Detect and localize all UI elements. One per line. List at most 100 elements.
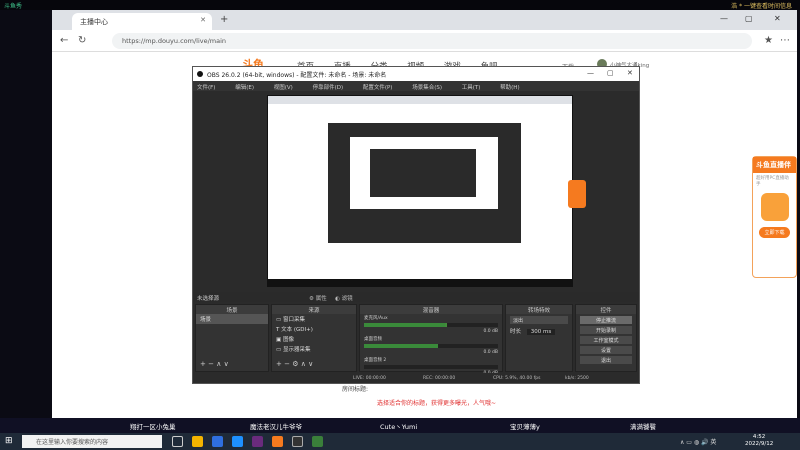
app-icon[interactable] [252, 436, 263, 447]
close-window-icon[interactable]: ✕ [774, 14, 781, 23]
obs-maximize-icon[interactable]: ▢ [607, 69, 614, 77]
move-up-icon[interactable]: ∧ [216, 360, 221, 368]
move-up-icon[interactable]: ∧ [301, 360, 306, 368]
source-label: 文本 (GDI+) [281, 327, 313, 333]
back-icon[interactable]: ← [60, 35, 68, 46]
refresh-icon[interactable]: ↻ [78, 35, 86, 46]
sources-toolbar: + − ⚙ ∧ ∨ [276, 360, 313, 368]
strip-name: 宝贝薄薄y [510, 423, 540, 431]
browser-app-icon[interactable] [312, 436, 323, 447]
task-view-icon[interactable] [172, 436, 183, 447]
volume-meter[interactable] [364, 344, 498, 348]
source-item[interactable]: ▭ 窗口采集 [272, 314, 356, 324]
favorite-icon[interactable]: ★ [764, 35, 773, 46]
add-source-icon[interactable]: + [276, 360, 282, 368]
stop-streaming-button[interactable]: 停止推流 [580, 316, 632, 324]
url-input[interactable]: https://mp.douyu.com/live/main [112, 33, 752, 49]
duration-label: 时长 [510, 329, 522, 335]
start-recording-button[interactable]: 开始录制 [580, 326, 632, 334]
taskbar-search[interactable]: 在这里输入你要搜索的内容 [22, 435, 162, 448]
fish-mascot-icon [761, 193, 789, 221]
store-icon[interactable] [232, 436, 243, 447]
maximize-icon[interactable]: ▢ [745, 14, 753, 23]
properties-button[interactable]: ⚙ 属性 [309, 294, 327, 302]
menu-docks[interactable]: 停靠部件(D) [313, 85, 344, 91]
source-item[interactable]: T 文本 (GDI+) [272, 324, 356, 334]
menu-edit[interactable]: 编辑(E) [235, 85, 254, 91]
ad-download-button[interactable]: 立即下载 [759, 227, 790, 238]
menu-file[interactable]: 文件(F) [197, 85, 215, 91]
close-tab-icon[interactable]: ✕ [200, 16, 206, 24]
scenes-dock: 场景 场景 + − ∧ ∨ [195, 304, 269, 372]
ad-subtitle: 超好用PC直播助手 [756, 176, 789, 187]
add-scene-icon[interactable]: + [200, 360, 206, 368]
clock-time: 4:52 [752, 434, 766, 440]
move-down-icon[interactable]: ∨ [224, 360, 229, 368]
volume-meter-mask [364, 365, 498, 369]
obs-preview[interactable] [267, 95, 586, 287]
menu-icon[interactable]: ⋯ [780, 35, 790, 46]
obs-app-icon[interactable] [292, 436, 303, 447]
strip-name: 满满饕餮 [630, 423, 656, 431]
mixer-db: 0.0 dB [483, 329, 498, 334]
preview-browser-bar [268, 96, 572, 104]
exit-button[interactable]: 退出 [580, 356, 632, 364]
source-toolbar: 未选择源 ⚙ 属性 ◐ 滤镜 [193, 292, 639, 302]
scene-item[interactable]: 场景 [196, 314, 268, 324]
mixer-channel-label: 麦克风/Aux [364, 316, 388, 321]
stream-notice[interactable]: 浩 * 一键查看时间信息 [731, 1, 792, 10]
volume-meter[interactable] [364, 365, 498, 369]
edge-icon[interactable] [212, 436, 223, 447]
douyu-app-icon[interactable] [272, 436, 283, 447]
move-down-icon[interactable]: ∨ [308, 360, 313, 368]
preview-taskbar [268, 279, 572, 286]
live-status: LIVE: 00:00:00 [353, 376, 386, 381]
volume-meter-mask [437, 344, 498, 348]
new-tab-icon[interactable]: + [220, 14, 228, 25]
volume-meter[interactable] [364, 323, 498, 327]
source-item[interactable]: ▣ 图像 [272, 334, 356, 344]
menu-profile[interactable]: 配置文件(P) [363, 85, 393, 91]
mixer-title: 混音器 [360, 305, 502, 314]
duration-row: 时长 300 ms [506, 326, 572, 336]
windows-start-icon[interactable]: ⊞ [5, 436, 13, 446]
menu-view[interactable]: 视图(V) [274, 85, 293, 91]
transitions-title: 转场特效 [506, 305, 572, 314]
controls-title: 控件 [576, 305, 636, 314]
settings-button[interactable]: 设置 [580, 346, 632, 354]
source-settings-icon[interactable]: ⚙ [292, 360, 298, 368]
mixer-dock: 混音器 麦克风/Aux0.0 dB桌面音频0.0 dB桌面音频 20.0 dB [359, 304, 503, 376]
menu-help[interactable]: 帮助(H) [500, 85, 519, 91]
stream-logo: 斗鱼秀 [4, 3, 23, 10]
duration-input[interactable]: 300 ms [526, 329, 556, 335]
system-tray[interactable]: ∧ ▭ ◍ 🔊 英 [680, 437, 716, 446]
room-title-label: 房间标题: [342, 386, 369, 393]
studio-mode-button[interactable]: 工作室模式 [580, 336, 632, 344]
preview-ad-thumb [568, 180, 586, 208]
minimize-icon[interactable]: — [720, 14, 728, 23]
file-explorer-icon[interactable] [192, 436, 203, 447]
url-text: https://mp.douyu.com/live/main [122, 37, 227, 45]
rec-status: REC: 00:00:00 [423, 376, 456, 381]
source-label: 显示器采集 [282, 347, 311, 353]
tab-title: 主播中心 [80, 18, 108, 26]
ad-panel[interactable]: 斗鱼直播伴 超好用PC直播助手 立即下载 [752, 156, 797, 278]
transition-select[interactable]: 淡出 [510, 316, 568, 324]
filters-button[interactable]: ◐ 滤镜 [335, 294, 353, 302]
source-label: 图像 [282, 337, 294, 343]
source-item[interactable]: ▭ 显示器采集 [272, 344, 356, 354]
clock-date: 2022/9/12 [745, 441, 774, 447]
menu-tools[interactable]: 工具(T) [462, 85, 481, 91]
taskbar-clock[interactable]: 4:52 2022/9/12 [745, 434, 773, 448]
menu-scene-collection[interactable]: 场景集合(S) [412, 85, 442, 91]
tab-strip: 主播中心 ✕ + — ▢ ✕ [52, 10, 797, 30]
volume-meter-mask [447, 323, 498, 327]
obs-logo-icon [197, 71, 203, 77]
remove-scene-icon[interactable]: − [208, 360, 214, 368]
tab-anchor-center[interactable]: 主播中心 ✕ [72, 13, 212, 30]
obs-close-icon[interactable]: ✕ [627, 69, 633, 77]
remove-source-icon[interactable]: − [284, 360, 290, 368]
mixer-channels: 麦克风/Aux0.0 dB桌面音频0.0 dB桌面音频 20.0 dB [360, 314, 502, 377]
kbps-status: kb/s: 2500 [565, 376, 589, 381]
obs-minimize-icon[interactable]: — [587, 69, 594, 77]
